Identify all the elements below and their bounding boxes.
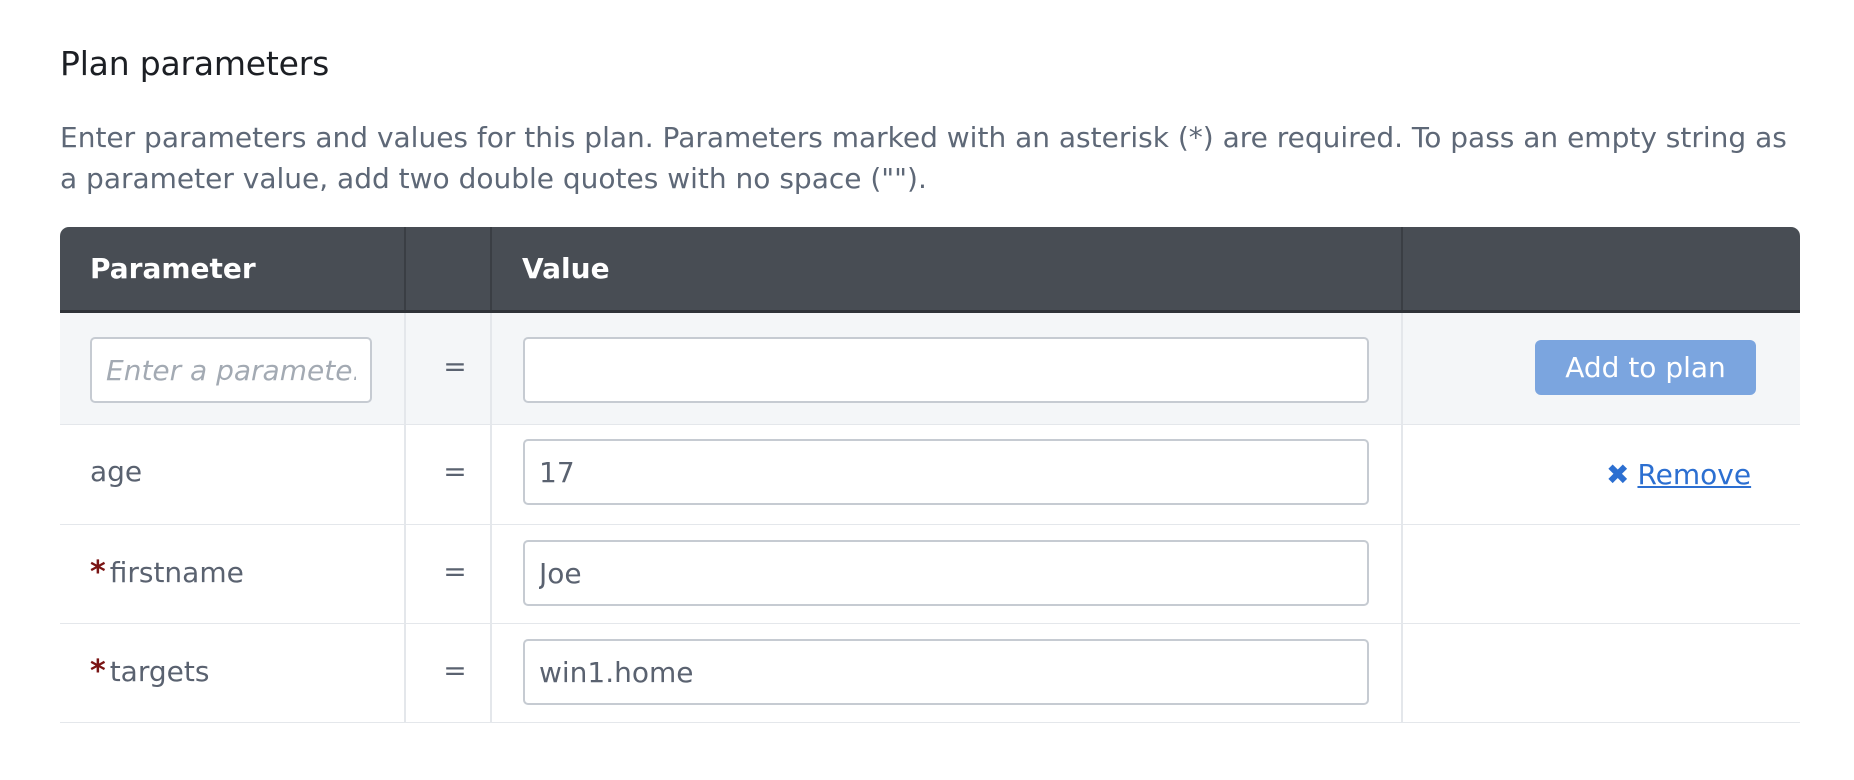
table-header: Parameter Value — [60, 227, 1800, 313]
new-parameter-value-input[interactable] — [523, 337, 1369, 403]
parameter-name-label: firstname — [109, 556, 244, 589]
section-description: Enter parameters and values for this pla… — [60, 121, 1787, 195]
parameter-value-input[interactable] — [523, 540, 1369, 606]
column-divider — [490, 425, 492, 524]
remove-label: Remove — [1637, 458, 1752, 491]
header-value: Value — [522, 252, 610, 285]
column-divider — [490, 313, 492, 424]
column-divider — [490, 624, 492, 722]
new-parameter-row: = Add to plan — [60, 313, 1800, 425]
parameter-value-input[interactable] — [523, 439, 1369, 505]
add-to-plan-button[interactable]: Add to plan — [1535, 340, 1756, 395]
column-divider — [490, 525, 492, 623]
header-parameter: Parameter — [90, 252, 256, 285]
parameter-name: * targets — [90, 654, 209, 689]
parameter-name: * firstname — [90, 555, 244, 590]
x-icon: ✖ — [1606, 458, 1630, 491]
parameter-name-label: age — [90, 455, 143, 488]
page-title: Plan parameters — [60, 44, 330, 83]
table-row: age = ✖Remove — [60, 425, 1800, 525]
required-asterisk: * — [90, 555, 106, 590]
column-divider — [1401, 525, 1403, 623]
column-divider — [1401, 624, 1403, 722]
column-divider — [490, 227, 492, 310]
table-row: * firstname = — [60, 525, 1800, 624]
column-divider — [404, 227, 406, 310]
column-divider — [1401, 313, 1403, 424]
column-divider — [1401, 227, 1403, 310]
parameter-name-label: targets — [109, 655, 210, 688]
required-asterisk: * — [90, 654, 106, 689]
parameter-name: age — [90, 455, 142, 488]
new-parameter-name-input[interactable] — [90, 337, 372, 403]
parameter-value-input[interactable] — [523, 639, 1369, 705]
column-divider — [1401, 425, 1403, 524]
parameters-table: Parameter Value = Add to plan age = ✖Rem… — [60, 227, 1800, 723]
table-row: * targets = — [60, 624, 1800, 723]
remove-link[interactable]: ✖ Remove — [1606, 458, 1751, 491]
